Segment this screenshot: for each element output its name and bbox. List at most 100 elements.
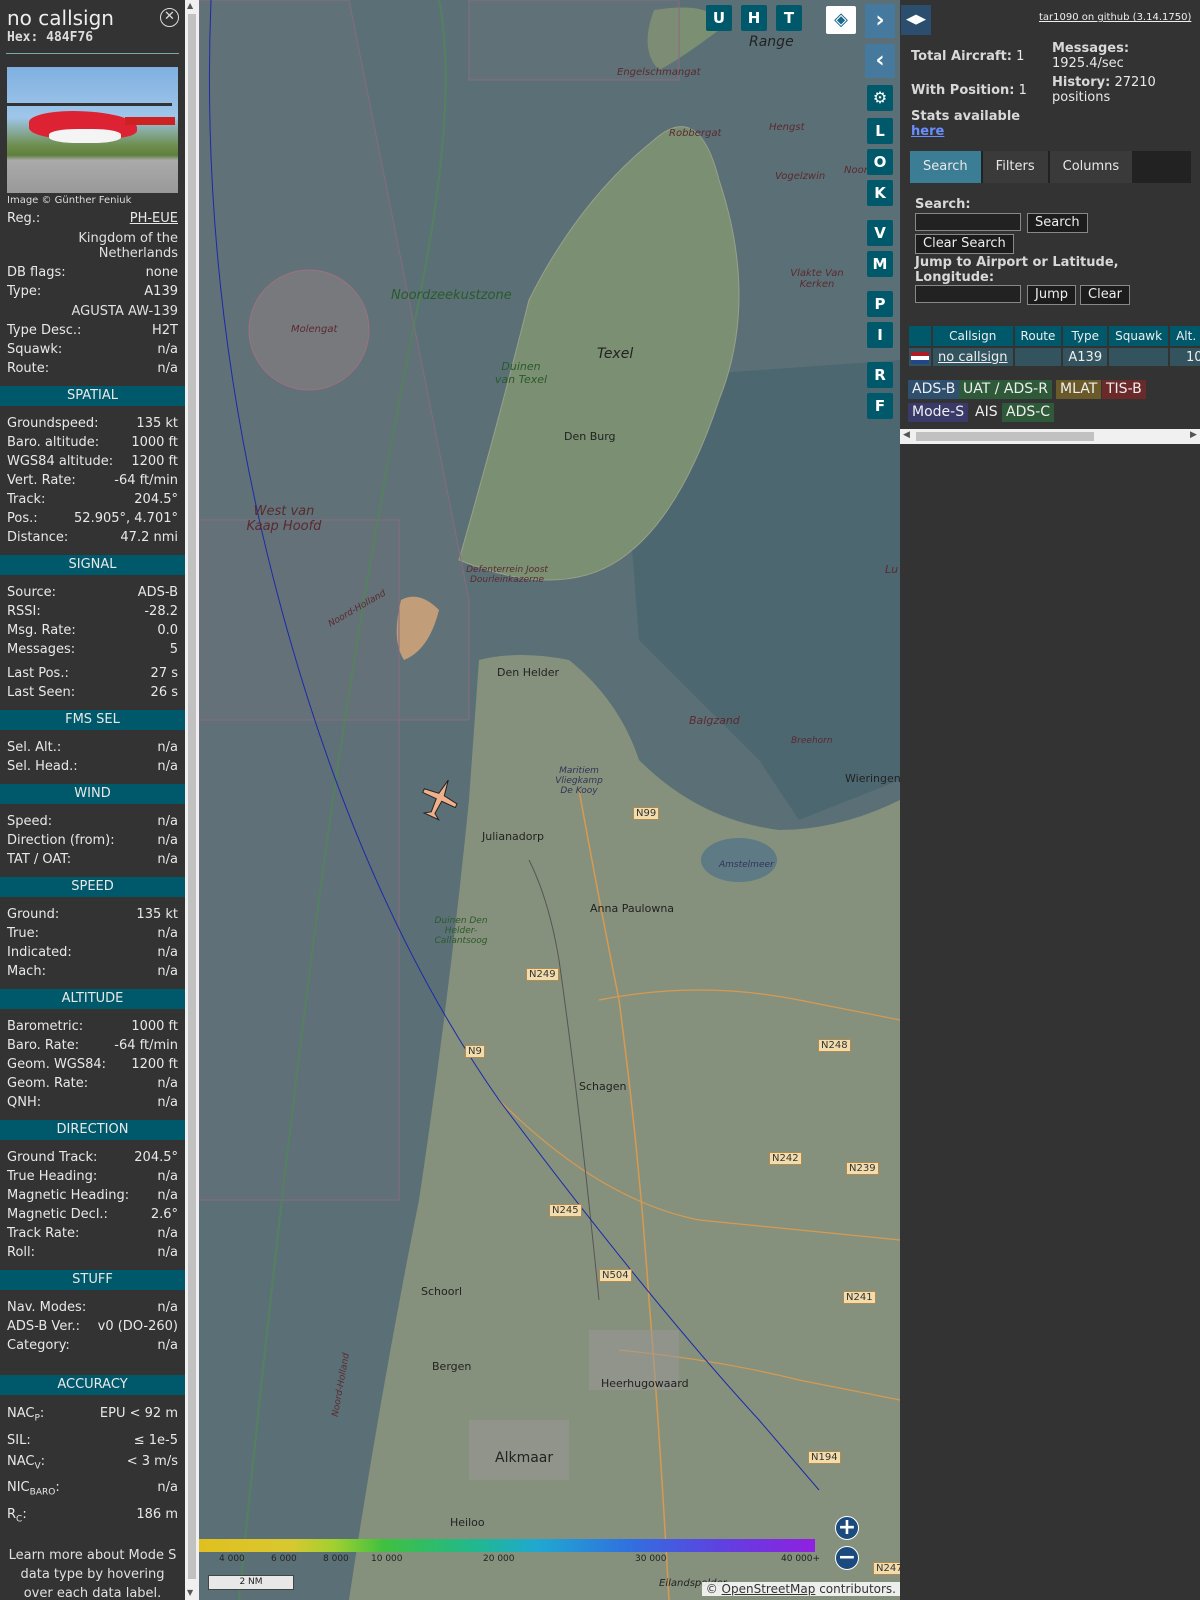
accuracy-value: 186 m xyxy=(136,1506,178,1522)
netherlands-flag-icon xyxy=(911,351,929,364)
info-value: n/a xyxy=(157,759,178,774)
road-n99: N99 xyxy=(633,807,660,820)
tab-search[interactable]: Search xyxy=(910,151,981,183)
road-n248: N248 xyxy=(818,1039,851,1052)
jump-button[interactable]: Jump xyxy=(1027,285,1076,305)
column-header-callsign[interactable]: Callsign xyxy=(933,326,1013,346)
detail-label: DB flags: xyxy=(7,265,66,280)
source-badge-tis-b: TIS-B xyxy=(1102,380,1146,399)
aircraft-table: CallsignRouteTypeSquawkAlt. (ft)S no cal… xyxy=(907,324,1200,368)
info-row-messages: Messages: 5 xyxy=(0,640,185,659)
toggle-i-button[interactable]: I xyxy=(867,322,893,348)
left-panel-scrollbar[interactable]: ▲ ▼ xyxy=(185,0,199,1600)
info-row-magnetic-heading: Magnetic Heading: n/a xyxy=(0,1186,185,1205)
jump-label: Jump to Airport or Latitude, Longitude: xyxy=(915,255,1119,285)
map-label-schoorl: Schoorl xyxy=(421,1285,463,1298)
toggle-l-button[interactable]: L xyxy=(867,118,893,144)
detail-value-block: Kingdom of the Netherlands xyxy=(78,231,178,261)
info-row-direction-from: Direction (from): n/a xyxy=(0,831,185,850)
table-row[interactable]: no callsign A139 1000 xyxy=(909,348,1200,366)
toggle-f-button[interactable]: F xyxy=(867,393,893,419)
column-header-squawk[interactable]: Squawk xyxy=(1109,326,1169,346)
jump-input[interactable] xyxy=(915,285,1021,303)
accuracy-row-rc: RC: 186 m xyxy=(0,1504,185,1531)
info-row-barometric: Barometric: 1000 ft xyxy=(0,1017,185,1036)
aircraft-info-panel: no callsign ✕ Hex: 484F76 Image © Günthe… xyxy=(0,0,185,1600)
clear-search-button[interactable]: Clear Search xyxy=(915,234,1014,254)
zoom-out-icon[interactable]: − xyxy=(835,1546,859,1570)
map-label-anna-paulowna: Anna Paulowna xyxy=(590,902,675,915)
detail-value-block: AGUSTA AW-139 xyxy=(71,304,178,319)
info-label: RSSI: xyxy=(7,604,41,619)
info-row-true: True: n/a xyxy=(0,924,185,943)
tab-columns[interactable]: Columns xyxy=(1049,151,1133,183)
toggle-o-button[interactable]: O xyxy=(867,149,893,175)
toggle-m-button[interactable]: M xyxy=(867,251,893,277)
toggle-k-button[interactable]: K xyxy=(867,180,893,206)
info-label: Last Seen: xyxy=(7,685,76,700)
column-header-type[interactable]: Type xyxy=(1063,326,1108,346)
map-label-duinen-callantsoog: Duinen Den Helder-Callantsoog xyxy=(434,916,488,946)
aircraft-photo[interactable] xyxy=(7,67,178,193)
detail-value[interactable]: PH-EUE xyxy=(130,209,178,228)
toggle-p-button[interactable]: P xyxy=(867,291,893,317)
source-badge-mode-s: Mode-S xyxy=(908,403,969,422)
accuracy-label: NACP: xyxy=(7,1406,45,1424)
accuracy-note: Learn more about Mode S data type by hov… xyxy=(8,1548,177,1600)
toggle-t-button[interactable]: T xyxy=(776,5,802,31)
info-value: n/a xyxy=(157,1338,178,1353)
info-row-last-seen: Last Seen: 26 s xyxy=(0,683,185,702)
layers-icon[interactable]: ◈ xyxy=(826,6,856,34)
toggle-u-button[interactable]: U xyxy=(706,5,732,31)
next-aircraft-button[interactable]: › xyxy=(865,4,895,38)
search-input[interactable] xyxy=(915,213,1021,231)
info-row-vert-rate: Vert. Rate: -64 ft/min xyxy=(0,471,185,490)
section-header-wind: WIND xyxy=(0,784,185,804)
column-header-alt-ft[interactable]: Alt. (ft) xyxy=(1170,326,1200,346)
source-badge-uat-ads-r: UAT / ADS-R xyxy=(959,380,1052,399)
info-row-indicated: Indicated: n/a xyxy=(0,943,185,962)
toggle-v-button[interactable]: V xyxy=(867,220,893,246)
settings-gear-icon[interactable]: ⚙ xyxy=(867,85,893,111)
info-label: Ground Track: xyxy=(7,1150,98,1165)
map-attribution: © OpenStreetMap contributors. xyxy=(701,1582,900,1596)
detail-value: none xyxy=(145,265,178,280)
close-icon[interactable]: ✕ xyxy=(160,8,179,27)
tab-filters[interactable]: Filters xyxy=(982,151,1048,183)
road-n247: N247 xyxy=(873,1562,900,1575)
zoom-in-icon[interactable]: + xyxy=(835,1516,859,1540)
prev-aircraft-button[interactable]: ‹ xyxy=(865,44,895,78)
accuracy-value: EPU < 92 m xyxy=(99,1406,178,1421)
github-link[interactable]: tar1090 on github (3.14.1750) xyxy=(1039,12,1191,23)
search-label: Search: xyxy=(915,197,971,212)
info-label: Source: xyxy=(7,585,57,600)
clear-button[interactable]: Clear xyxy=(1080,285,1130,305)
accuracy-value: < 3 m/s xyxy=(126,1453,178,1469)
info-row-source: Source: ADS-B xyxy=(0,583,185,602)
road-n504: N504 xyxy=(599,1269,632,1282)
map-view[interactable]: Range Engelschmangat Robbergat Hengst Vo… xyxy=(199,0,900,1600)
map-label-lu: Lu xyxy=(885,563,899,576)
info-label: TAT / OAT: xyxy=(7,852,72,867)
stats-link[interactable]: here xyxy=(911,124,944,139)
callsign-cell[interactable]: no callsign xyxy=(933,348,1013,366)
column-header-route[interactable]: Route xyxy=(1014,326,1062,346)
toggle-h-button[interactable]: H xyxy=(741,5,767,31)
toggle-r-button[interactable]: R xyxy=(867,362,893,388)
info-value: n/a xyxy=(157,1188,178,1203)
info-label: Sel. Alt.: xyxy=(7,740,62,755)
info-row-ads-b-ver: ADS-B Ver.: v0 (DO-260) xyxy=(0,1317,185,1336)
column-header-flag[interactable] xyxy=(909,326,931,346)
info-label: Nav. Modes: xyxy=(7,1300,87,1315)
info-value: n/a xyxy=(157,833,178,848)
info-row-ground-track: Ground Track: 204.5° xyxy=(0,1148,185,1167)
info-row-last-pos: Last Pos.: 27 s xyxy=(0,664,185,683)
toggle-sidebar-icon[interactable]: ◀▶ xyxy=(901,5,931,35)
detail-row-db-flags: DB flags: none xyxy=(0,263,185,282)
table-horizontal-scrollbar[interactable]: ◀ ▶ xyxy=(900,429,1200,444)
info-row-qnh: QNH: n/a xyxy=(0,1093,185,1112)
osm-link[interactable]: OpenStreetMap xyxy=(722,1582,816,1596)
search-button[interactable]: Search xyxy=(1027,213,1088,233)
map-label-vogelzwin: Vogelzwin xyxy=(775,171,826,182)
info-value: ADS-B xyxy=(137,585,178,600)
